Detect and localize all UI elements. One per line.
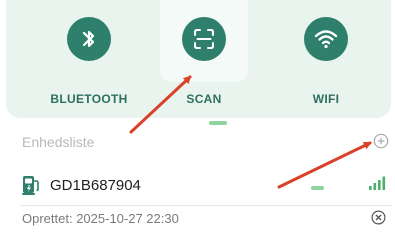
device-name: GD1B687904 bbox=[50, 177, 141, 194]
plus-circle-icon[interactable] bbox=[373, 133, 389, 149]
page-indicator bbox=[209, 121, 227, 125]
bluetooth-button[interactable] bbox=[67, 17, 111, 61]
bluetooth-label: BLUETOOTH bbox=[50, 92, 128, 106]
wifi-icon bbox=[314, 30, 338, 49]
divider bbox=[20, 205, 393, 206]
scan-label: SCAN bbox=[186, 92, 222, 106]
close-circle-icon[interactable] bbox=[371, 210, 386, 225]
bluetooth-option[interactable]: BLUETOOTH bbox=[37, 0, 141, 118]
ev-charger-icon bbox=[22, 176, 39, 195]
bluetooth-icon bbox=[82, 30, 95, 48]
scan-button[interactable] bbox=[182, 17, 226, 61]
device-list-header: Enhedsliste bbox=[22, 134, 95, 150]
signal-icon bbox=[369, 176, 386, 190]
device-list-item[interactable]: GD1B687904 bbox=[0, 168, 395, 202]
wifi-button[interactable] bbox=[304, 17, 348, 61]
wifi-label: WIFI bbox=[312, 92, 340, 106]
device-status-indicator bbox=[311, 186, 324, 190]
wifi-option[interactable]: WIFI bbox=[274, 0, 378, 118]
scan-icon bbox=[194, 29, 214, 49]
device-created-timestamp: Oprettet: 2025-10-27 22:30 bbox=[22, 211, 179, 226]
scan-option[interactable]: SCAN bbox=[160, 0, 248, 106]
